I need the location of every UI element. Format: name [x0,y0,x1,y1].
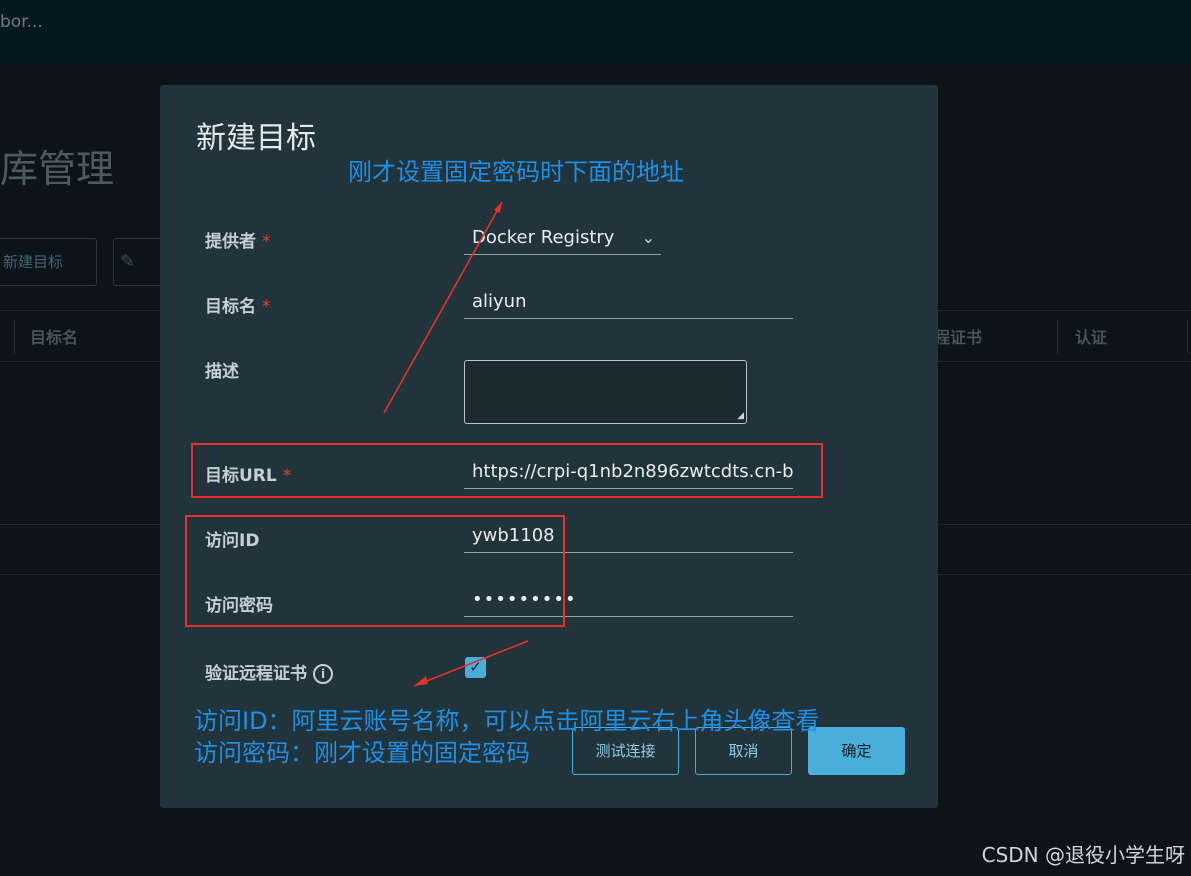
annotation-arrow-checkbox [413,640,529,687]
annotation-access-id-note: 访问ID：阿里云账号名称，可以点击阿里云右上角头像查看 [194,707,820,735]
watermark: CSDN @退役小学生呀 [981,843,1185,867]
annotation-arrowhead-url [494,202,502,213]
annotation-access-secret-note: 访问密码：刚才设置的固定密码 [194,739,530,767]
annotation-arrows [383,201,529,687]
annotation-arrowhead-checkbox [414,676,428,686]
annotation-arrow-url [383,201,503,414]
